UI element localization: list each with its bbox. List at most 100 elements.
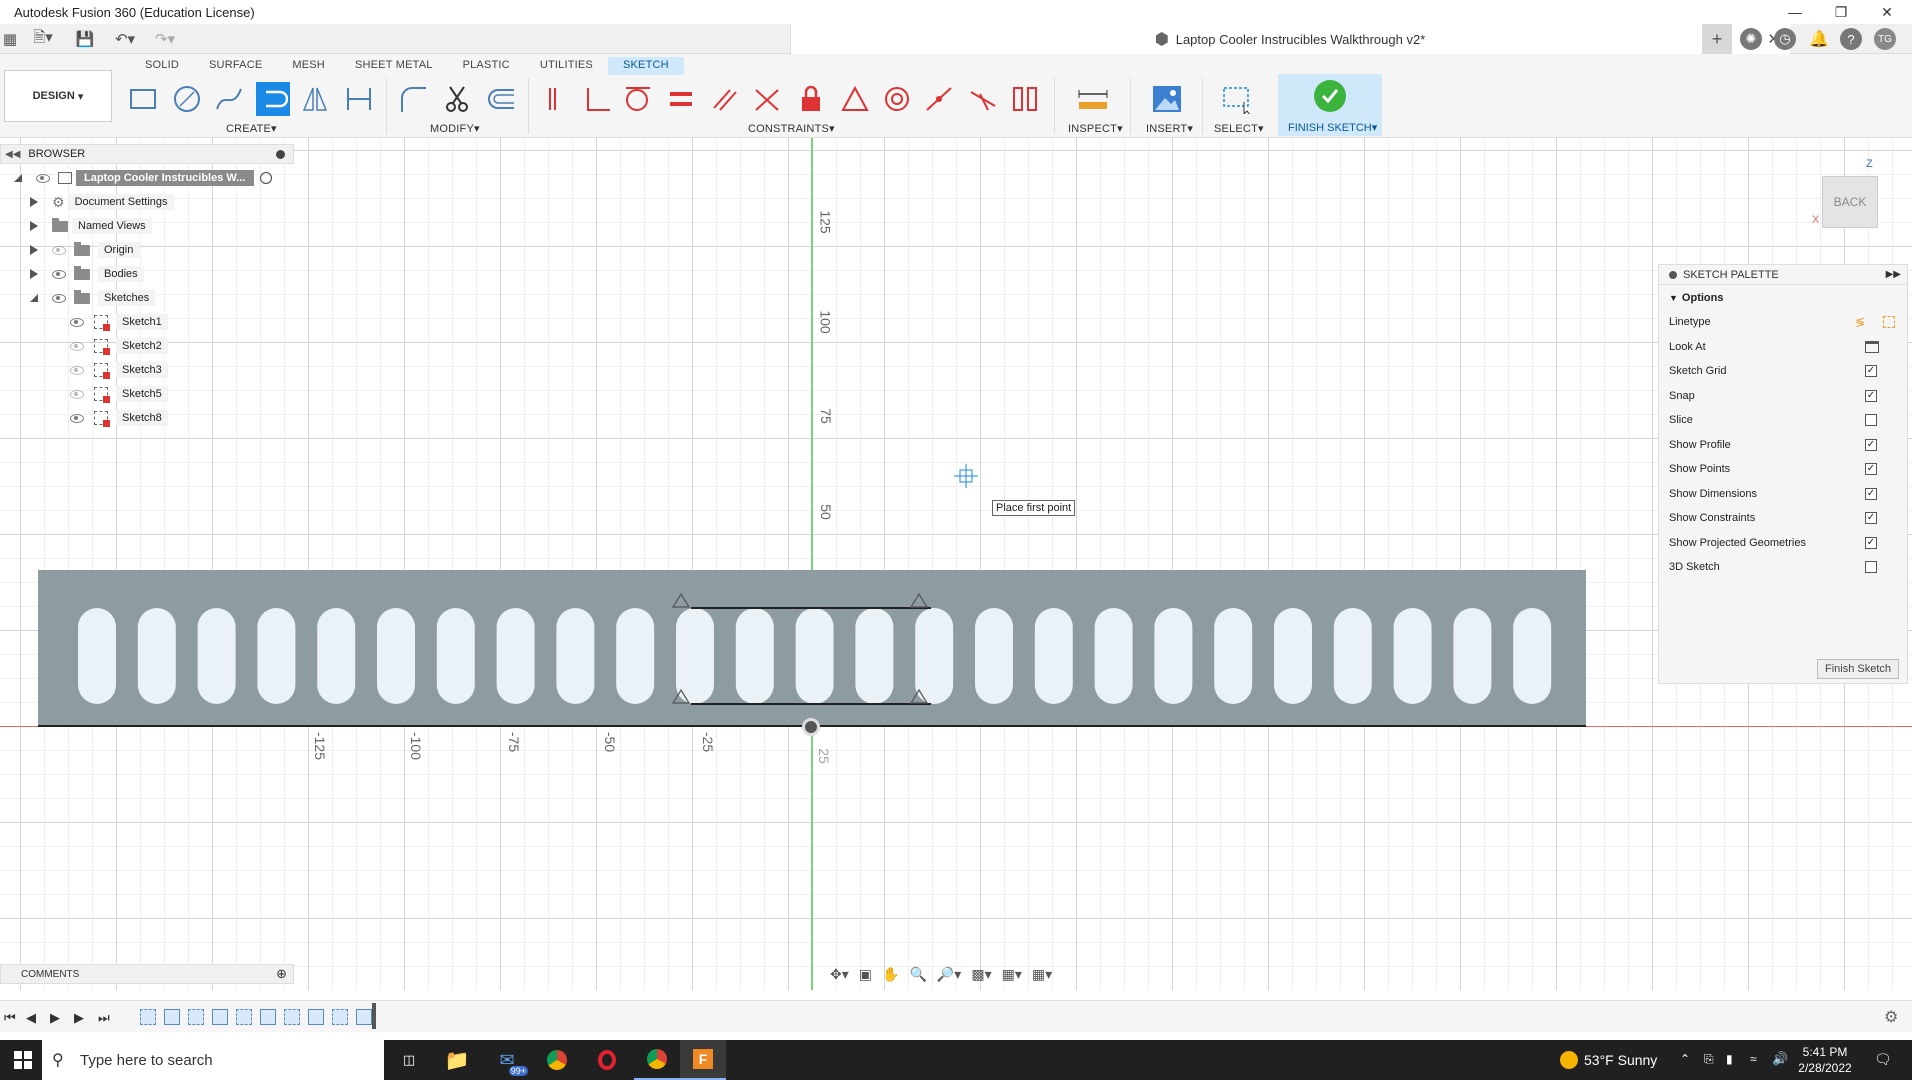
coincident-constraint-icon[interactable] <box>580 82 614 116</box>
dimension-tool-icon[interactable] <box>342 82 376 116</box>
tab-mesh[interactable]: MESH <box>277 57 340 75</box>
create-menu[interactable]: CREATE▾ <box>226 122 277 135</box>
visibility-icon[interactable] <box>70 317 84 327</box>
browser-item-sketches[interactable]: Sketches <box>30 288 156 308</box>
new-tab-icon[interactable]: + <box>1702 24 1732 54</box>
checkbox-checked[interactable]: ✓ <box>1865 389 1877 402</box>
minimize-button[interactable]: — <box>1772 0 1818 24</box>
offset-tool-icon[interactable] <box>484 82 518 116</box>
battery-icon[interactable]: ▮ <box>1726 1052 1733 1066</box>
constraints-menu[interactable]: CONSTRAINTS▾ <box>748 122 835 135</box>
mirror-tool-icon[interactable] <box>298 82 332 116</box>
timeline-settings-gear-icon[interactable]: ⚙ <box>1884 1007 1898 1027</box>
timeline-feature-icon[interactable] <box>260 1009 276 1025</box>
tab-sketch[interactable]: SKETCH <box>607 57 684 75</box>
select-menu[interactable]: SELECT▾ <box>1214 122 1264 135</box>
finish-sketch-check-icon[interactable] <box>1314 80 1346 112</box>
timeline-feature-icon[interactable] <box>164 1009 180 1025</box>
browser-item-document-settings[interactable]: ⚙ Document Settings <box>30 192 174 212</box>
vent-slot[interactable] <box>915 608 954 704</box>
timeline-feature-icon[interactable] <box>188 1009 204 1025</box>
checkbox-checked[interactable]: ✓ <box>1865 438 1877 451</box>
weather-text[interactable]: 53°F Sunny <box>1584 1052 1657 1068</box>
vent-slot[interactable] <box>1513 608 1552 704</box>
taskbar-search-input[interactable]: ⚲ Type here to search <box>42 1040 384 1080</box>
sketch-item[interactable]: Sketch5 <box>70 384 168 404</box>
vent-slot[interactable] <box>855 608 894 704</box>
insert-menu[interactable]: INSERT▾ <box>1146 122 1193 135</box>
chrome-icon[interactable] <box>534 1040 580 1080</box>
volume-icon[interactable]: 🔊 <box>1772 1051 1788 1067</box>
pan-icon[interactable]: ✋ <box>882 966 899 983</box>
expand-icon[interactable] <box>30 269 38 279</box>
comments-panel[interactable]: COMMENTS ⊕ <box>0 964 294 984</box>
expand-icon[interactable] <box>14 174 22 182</box>
vent-slot[interactable] <box>317 608 356 704</box>
expand-icon[interactable] <box>30 197 38 207</box>
notification-center-icon[interactable]: 🗨 <box>1874 1051 1892 1068</box>
visibility-icon[interactable] <box>36 173 50 183</box>
fix-unfix-constraint-icon[interactable] <box>794 82 828 116</box>
chrome-profile-icon[interactable] <box>634 1040 680 1080</box>
palette-options-icon[interactable] <box>1669 270 1677 279</box>
redo-icon[interactable]: ↷▾ <box>148 28 182 50</box>
finish-sketch-menu[interactable]: FINISH SKETCH▾ <box>1288 121 1377 134</box>
trim-tool-icon[interactable] <box>440 82 474 116</box>
restore-button[interactable]: ❐ <box>1818 0 1864 24</box>
add-comment-icon[interactable]: ⊕ <box>276 966 287 982</box>
device-icon[interactable]: ⎘ <box>1704 1052 1714 1067</box>
modify-menu[interactable]: MODIFY▾ <box>430 122 480 135</box>
undo-icon[interactable]: ↶▾ <box>108 28 142 50</box>
step-back-icon[interactable]: ◀ <box>26 1010 36 1026</box>
timeline-feature-icon[interactable] <box>308 1009 324 1025</box>
finish-sketch-group[interactable]: FINISH SKETCH▾ <box>1278 74 1382 136</box>
circle-tool-icon[interactable] <box>170 82 204 116</box>
tangent-constraint-icon[interactable] <box>620 82 654 116</box>
document-tab[interactable]: Laptop Cooler Instrucibles Walkthrough v… <box>790 24 1790 54</box>
timeline-feature-icon[interactable] <box>332 1009 348 1025</box>
timeline-feature-icon[interactable] <box>212 1009 228 1025</box>
opera-icon[interactable] <box>584 1040 630 1080</box>
browser-item-origin[interactable]: Origin <box>30 240 140 260</box>
visibility-icon[interactable] <box>70 341 84 351</box>
sketch-item[interactable]: Sketch2 <box>70 336 168 356</box>
vent-slot[interactable] <box>735 608 774 704</box>
vent-slot[interactable] <box>556 608 595 704</box>
close-window-button[interactable]: ✕ <box>1864 0 1910 24</box>
browser-item-bodies[interactable]: Bodies <box>30 264 144 284</box>
browser-options-icon[interactable] <box>276 149 285 159</box>
select-window-icon[interactable] <box>1220 82 1254 116</box>
fit-icon[interactable]: 🔎▾ <box>937 966 961 983</box>
step-forward-icon[interactable]: ▶ <box>74 1010 84 1026</box>
parallel-constraint-icon[interactable] <box>708 82 742 116</box>
checkbox-checked[interactable]: ✓ <box>1865 487 1877 500</box>
insert-image-icon[interactable] <box>1150 82 1184 116</box>
go-to-end-icon[interactable]: ⏭ <box>98 1010 110 1026</box>
play-icon[interactable]: ▶ <box>50 1010 60 1026</box>
centerline-linetype-icon[interactable] <box>1883 316 1895 328</box>
vent-slot[interactable] <box>1154 608 1193 704</box>
perpendicular-constraint-icon[interactable] <box>750 82 784 116</box>
tab-sheet-metal[interactable]: SHEET METAL <box>340 57 448 75</box>
mail-icon[interactable]: ✉ 99+ <box>484 1040 530 1080</box>
vent-slot[interactable] <box>1333 608 1372 704</box>
timeline-feature-icon[interactable] <box>140 1009 156 1025</box>
expand-icon[interactable] <box>30 245 38 255</box>
file-menu-icon[interactable]: 🗎▾ <box>30 28 56 50</box>
checkbox-checked[interactable]: ✓ <box>1865 512 1877 524</box>
look-at-icon[interactable]: ▣ <box>859 966 872 983</box>
viewcube[interactable]: BACK <box>1822 176 1878 228</box>
concentric-constraint-icon[interactable] <box>880 82 914 116</box>
tab-surface[interactable]: SURFACE <box>194 57 277 75</box>
timeline-feature-icon[interactable] <box>356 1009 372 1025</box>
vent-slot[interactable] <box>1034 608 1073 704</box>
vent-slot[interactable] <box>975 608 1013 704</box>
visibility-icon[interactable] <box>52 245 66 255</box>
spline-tool-icon[interactable] <box>212 82 246 116</box>
inspect-menu[interactable]: INSPECT▾ <box>1068 122 1123 135</box>
clock[interactable]: 5:41 PM 2/28/2022 <box>1794 1044 1856 1076</box>
file-explorer-icon[interactable]: 📁 <box>434 1040 480 1080</box>
wifi-icon[interactable]: ≈ <box>1750 1052 1757 1066</box>
go-to-start-icon[interactable]: ⏮ <box>4 1010 16 1026</box>
tab-utilities[interactable]: UTILITIES <box>525 57 608 75</box>
